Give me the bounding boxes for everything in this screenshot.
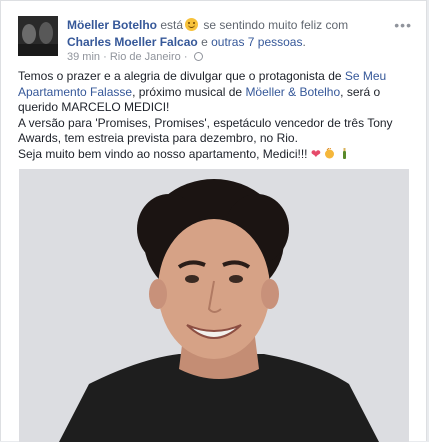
timestamp-link[interactable]: 39 min (67, 51, 100, 63)
post-meta: 39 min · Rio de Janeiro · (67, 51, 203, 63)
paragraph: Temos o prazer e a alegria de divulgar q… (18, 69, 413, 116)
clapping-hands-icon (325, 147, 335, 158)
period: . (302, 35, 306, 49)
paragraph: Seja muito bem vindo ao nosso apartament… (18, 147, 413, 163)
post-text: Temos o prazer e a alegria de divulgar q… (18, 69, 413, 162)
tagged-person-link[interactable]: Charles Moeller Falcao (67, 35, 198, 49)
heart-icon: ❤ (310, 146, 321, 161)
separator: · (183, 51, 188, 63)
text-segment: Temos o prazer e a alegria de divulgar q… (18, 69, 345, 83)
avatar[interactable] (18, 16, 58, 56)
post-header: Möeller Botelho está se sentindo muito f… (67, 17, 387, 51)
paragraph: A versão para 'Promises, Promises', espe… (18, 115, 393, 146)
verb: está (160, 18, 184, 32)
champagne-icon (342, 147, 346, 159)
page-link[interactable]: Möeller & Botelho (245, 85, 340, 99)
avatar-face (22, 24, 36, 44)
feeling-text: se sentindo muito feliz com (203, 18, 349, 32)
portrait-image (19, 169, 409, 442)
more-options-icon[interactable]: ••• (394, 17, 412, 33)
avatar-face (39, 22, 53, 44)
conjunction: e (201, 35, 208, 49)
avatar-body (18, 44, 58, 56)
text-segment: , próximo musical de (132, 84, 246, 99)
location-link[interactable]: Rio de Janeiro (110, 51, 181, 63)
author-link[interactable]: Möeller Botelho (67, 18, 157, 32)
others-link[interactable]: outras 7 pessoas (211, 35, 302, 49)
globe-icon[interactable] (193, 52, 203, 61)
post-photo[interactable] (19, 169, 409, 442)
text-segment: Seja muito bem vindo ao nosso apartament… (18, 146, 308, 161)
post-card: Möeller Botelho está se sentindo muito f… (0, 0, 427, 442)
smiling-face-icon (185, 18, 199, 31)
separator: · (103, 51, 107, 63)
